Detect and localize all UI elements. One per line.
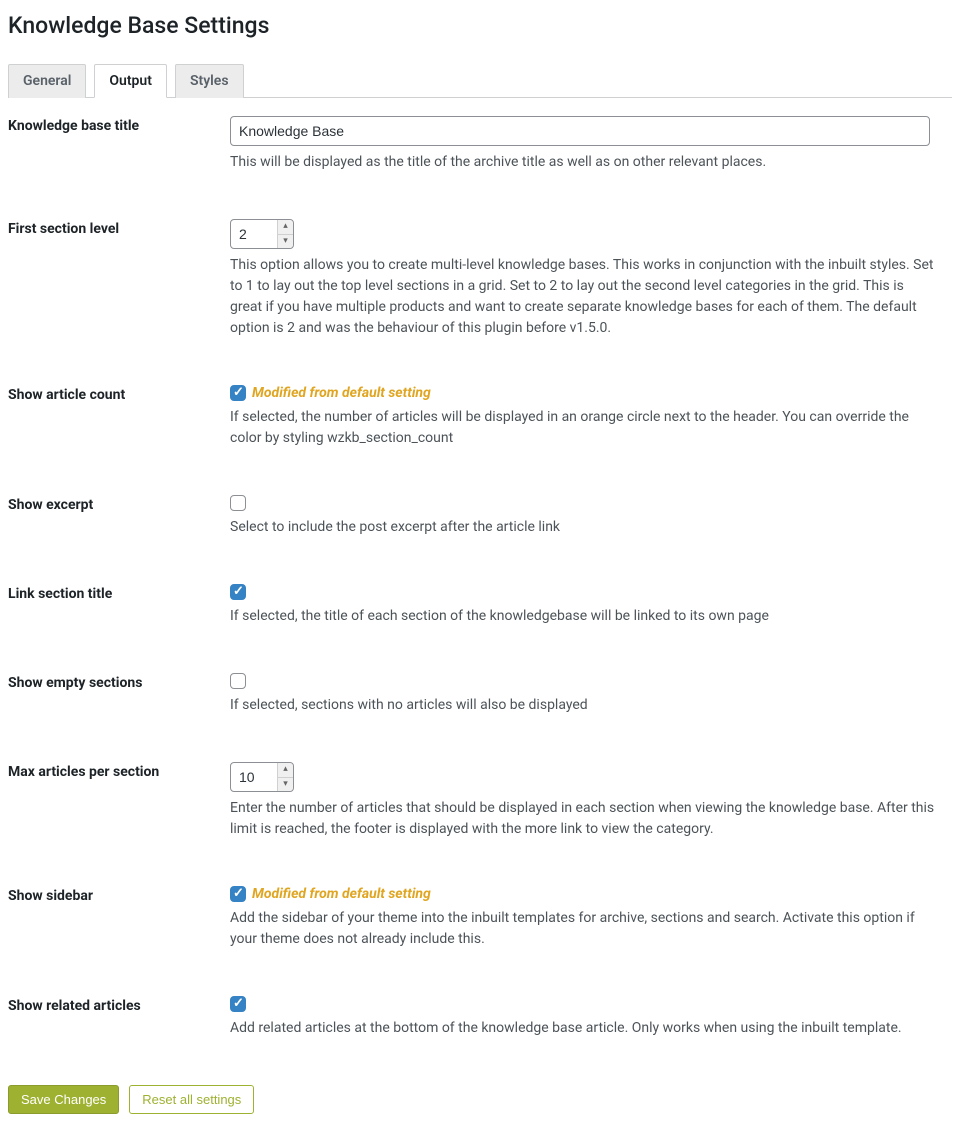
row-show-sidebar: Show sidebar Modified from default setti… <box>8 886 952 950</box>
row-max-articles: Max articles per section ▴ ▾ Enter the n… <box>8 762 952 840</box>
label-kb-title: Knowledge base title <box>8 116 230 134</box>
label-show-related: Show related articles <box>8 996 230 1014</box>
form-buttons: Save Changes Reset all settings <box>8 1085 952 1114</box>
label-show-article-count: Show article count <box>8 385 230 403</box>
row-first-section-level: First section level ▴ ▾ This option allo… <box>8 219 952 339</box>
chevron-down-icon[interactable]: ▾ <box>278 778 293 792</box>
row-show-related: Show related articles Add related articl… <box>8 996 952 1039</box>
modified-badge: Modified from default setting <box>252 886 431 902</box>
show-empty-sections-checkbox[interactable] <box>230 673 246 689</box>
show-sidebar-checkbox[interactable] <box>230 886 246 902</box>
link-section-title-checkbox[interactable] <box>230 584 246 600</box>
row-kb-title: Knowledge base title This will be displa… <box>8 116 952 173</box>
chevron-up-icon[interactable]: ▴ <box>278 220 293 235</box>
row-show-excerpt: Show excerpt Select to include the post … <box>8 495 952 538</box>
row-link-section-title: Link section title If selected, the titl… <box>8 584 952 627</box>
label-show-excerpt: Show excerpt <box>8 495 230 513</box>
desc-show-sidebar: Add the sidebar of your theme into the i… <box>230 908 935 950</box>
kb-title-input[interactable] <box>230 116 930 146</box>
desc-show-article-count: If selected, the number of articles will… <box>230 407 935 449</box>
show-article-count-checkbox[interactable] <box>230 385 246 401</box>
page-title: Knowledge Base Settings <box>8 8 952 39</box>
show-related-checkbox[interactable] <box>230 996 246 1012</box>
label-link-section-title: Link section title <box>8 584 230 602</box>
label-max-articles: Max articles per section <box>8 762 230 780</box>
desc-first-section-level: This option allows you to create multi-l… <box>230 255 935 339</box>
tab-general[interactable]: General <box>8 64 86 98</box>
reset-button[interactable]: Reset all settings <box>129 1085 254 1114</box>
row-show-empty-sections: Show empty sections If selected, section… <box>8 673 952 716</box>
row-show-article-count: Show article count Modified from default… <box>8 385 952 449</box>
desc-max-articles: Enter the number of articles that should… <box>230 798 935 840</box>
save-button[interactable]: Save Changes <box>8 1085 119 1114</box>
chevron-up-icon[interactable]: ▴ <box>278 763 293 778</box>
desc-kb-title: This will be displayed as the title of t… <box>230 152 935 173</box>
label-show-empty-sections: Show empty sections <box>8 673 230 691</box>
spinner-first-section-level[interactable]: ▴ ▾ <box>277 220 293 248</box>
chevron-down-icon[interactable]: ▾ <box>278 235 293 249</box>
tab-output[interactable]: Output <box>94 64 167 98</box>
tabs: General Output Styles <box>8 63 952 98</box>
desc-show-related: Add related articles at the bottom of th… <box>230 1018 935 1039</box>
label-first-section-level: First section level <box>8 219 230 237</box>
desc-show-excerpt: Select to include the post excerpt after… <box>230 517 935 538</box>
tab-styles[interactable]: Styles <box>175 64 244 98</box>
label-show-sidebar: Show sidebar <box>8 886 230 904</box>
desc-link-section-title: If selected, the title of each section o… <box>230 606 935 627</box>
show-excerpt-checkbox[interactable] <box>230 495 246 511</box>
modified-badge: Modified from default setting <box>252 385 431 401</box>
desc-show-empty-sections: If selected, sections with no articles w… <box>230 695 935 716</box>
spinner-max-articles[interactable]: ▴ ▾ <box>277 763 293 791</box>
